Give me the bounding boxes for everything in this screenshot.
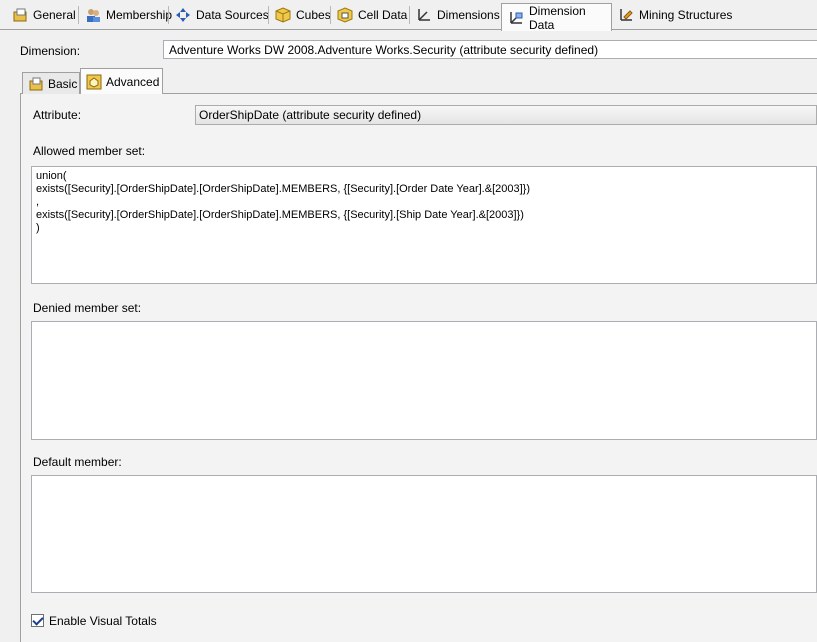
advanced-icon	[86, 74, 102, 90]
default-member-label: Default member:	[33, 455, 122, 469]
tab-data-sources[interactable]: Data Sources	[169, 3, 275, 27]
tab-membership[interactable]: Membership	[79, 3, 178, 27]
default-member-editor[interactable]	[31, 475, 817, 593]
denied-member-set-editor[interactable]	[31, 321, 817, 440]
tab-bar: General Membership Data Sources Cubes Ce…	[0, 0, 817, 32]
tab-mining-structures[interactable]: Mining Structures	[612, 3, 738, 27]
dimension-field[interactable]: Adventure Works DW 2008.Adventure Works.…	[163, 40, 817, 59]
enable-visual-totals-label[interactable]: Enable Visual Totals	[49, 614, 157, 628]
allowed-member-set-editor[interactable]: union( exists([Security].[OrderShipDate]…	[31, 166, 817, 284]
dimension-label: Dimension:	[20, 44, 81, 58]
tab-cell-data[interactable]: Cell Data	[331, 3, 413, 27]
denied-member-set-label: Denied member set:	[33, 301, 142, 315]
cell-data-icon	[337, 7, 353, 23]
data-sources-icon	[175, 7, 191, 23]
cube-icon	[275, 7, 291, 23]
tab-cubes[interactable]: Cubes	[269, 3, 337, 27]
general-icon	[12, 7, 28, 23]
membership-icon	[85, 7, 101, 23]
tab-dimension-data[interactable]: Dimension Data	[501, 3, 612, 32]
tab-dimensions[interactable]: Dimensions	[410, 3, 506, 27]
tab-general[interactable]: General	[6, 3, 82, 27]
tab-advanced[interactable]: Advanced	[80, 68, 163, 94]
attribute-dropdown[interactable]: OrderShipDate (attribute security define…	[195, 105, 817, 125]
basic-icon	[28, 76, 44, 92]
mining-structures-icon	[618, 7, 634, 23]
tab-basic[interactable]: Basic	[22, 72, 80, 94]
allowed-member-set-label: Allowed member set:	[33, 144, 146, 158]
dimensions-icon	[416, 7, 432, 23]
attribute-label: Attribute:	[33, 108, 82, 122]
enable-visual-totals-checkbox[interactable]	[31, 614, 44, 627]
dimension-data-icon	[508, 10, 524, 26]
